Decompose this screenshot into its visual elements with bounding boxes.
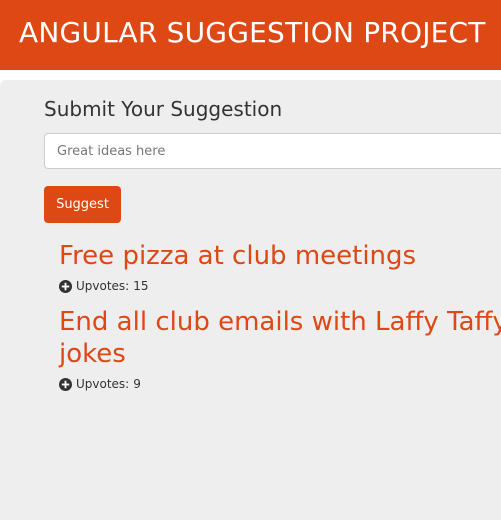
upvote-row: Upvotes: 9 [59, 376, 501, 392]
upvote-count: 15 [133, 279, 149, 293]
plus-circle-icon[interactable] [59, 377, 72, 391]
suggestion-title[interactable]: Free pizza at club meetings [59, 240, 501, 272]
upvote-count: 9 [133, 377, 141, 391]
suggestion-title[interactable]: End all club emails with Laffy Taffy jok… [59, 306, 501, 370]
app-header: ANGULAR SUGGESTION PROJECT [0, 0, 501, 70]
app-title: ANGULAR SUGGESTION PROJECT [19, 16, 486, 49]
suggestion-item: End all club emails with Laffy Taffy jok… [59, 306, 501, 392]
upvote-label: Upvotes: [76, 279, 130, 293]
upvote-row: Upvotes: 15 [59, 278, 501, 294]
upvote-label: Upvotes: [76, 377, 130, 391]
suggestion-input[interactable] [44, 133, 501, 169]
suggestion-list: Free pizza at club meetings Upvotes: 15 … [59, 240, 501, 404]
suggestion-item: Free pizza at club meetings Upvotes: 15 [59, 240, 501, 294]
submit-heading: Submit Your Suggestion [44, 97, 283, 121]
plus-circle-icon[interactable] [59, 279, 72, 293]
suggest-button[interactable]: Suggest [44, 186, 121, 223]
